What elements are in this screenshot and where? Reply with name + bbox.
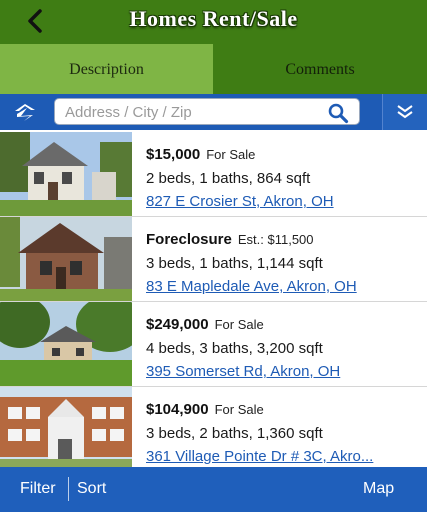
listing-address-link[interactable]: 395 Somerset Rd, Akron, OH: [146, 363, 340, 380]
listing-price: $104,900 For Sale: [146, 401, 264, 418]
listing-details: 2 beds, 1 baths, 864 sqft: [146, 170, 311, 187]
search-icon[interactable]: [327, 102, 349, 124]
tab-comments[interactable]: Comments: [213, 44, 427, 94]
toolbar-divider: [68, 477, 69, 501]
listing-item[interactable]: $104,900 For Sale 3 beds, 2 baths, 1,360 …: [0, 387, 427, 467]
tab-bar: Description Comments: [0, 44, 427, 94]
listing-item[interactable]: $249,000 For Sale 4 beds, 3 baths, 3,200 …: [0, 302, 427, 387]
listing-item[interactable]: Foreclosure Est.: $11,500 3 beds, 1 baths…: [0, 217, 427, 302]
house-photo: [0, 302, 132, 386]
house-photo: [0, 132, 132, 216]
tab-description[interactable]: Description: [0, 44, 213, 94]
map-button[interactable]: Map: [363, 480, 394, 498]
listing-price: $15,000 For Sale: [146, 146, 256, 163]
listing-price: $249,000 For Sale: [146, 316, 264, 333]
listing-details: 3 beds, 1 baths, 1,144 sqft: [146, 255, 323, 272]
expand-filters-button[interactable]: [382, 94, 427, 130]
listing-price: Foreclosure Est.: $11,500: [146, 231, 314, 248]
house-photo: [0, 387, 132, 467]
listing-list[interactable]: $15,000 For Sale 2 beds, 1 baths, 864 sqf…: [0, 130, 427, 467]
sort-button[interactable]: Sort: [77, 480, 106, 498]
listing-details: 3 beds, 2 baths, 1,360 sqft: [146, 425, 323, 442]
listing-item[interactable]: $15,000 For Sale 2 beds, 1 baths, 864 sqf…: [0, 132, 427, 217]
search-placeholder: Address / City / Zip: [65, 104, 192, 121]
search-bar: Address / City / Zip: [0, 94, 427, 130]
listing-address-link[interactable]: 361 Village Pointe Dr # 3C, Akro...: [146, 448, 373, 465]
zillow-logo-icon: [15, 104, 35, 121]
listing-details: 4 beds, 3 baths, 3,200 sqft: [146, 340, 323, 357]
search-input[interactable]: Address / City / Zip: [54, 98, 360, 125]
filter-button[interactable]: Filter: [20, 480, 56, 498]
listing-address-link[interactable]: 827 E Crosier St, Akron, OH: [146, 193, 334, 210]
bottom-toolbar: Filter Sort Map: [0, 467, 427, 512]
listing-status: For Sale: [214, 402, 264, 417]
listing-status: Est.: $11,500: [237, 232, 314, 247]
listing-status: For Sale: [206, 147, 256, 162]
house-photo: [0, 217, 132, 301]
listing-address-link[interactable]: 83 E Mapledale Ave, Akron, OH: [146, 278, 357, 295]
page-title: Homes Rent/Sale: [129, 6, 298, 31]
header-bar: Homes Rent/Sale: [0, 0, 427, 44]
double-chevron-down-icon: [397, 105, 413, 119]
listing-status: For Sale: [214, 317, 264, 332]
